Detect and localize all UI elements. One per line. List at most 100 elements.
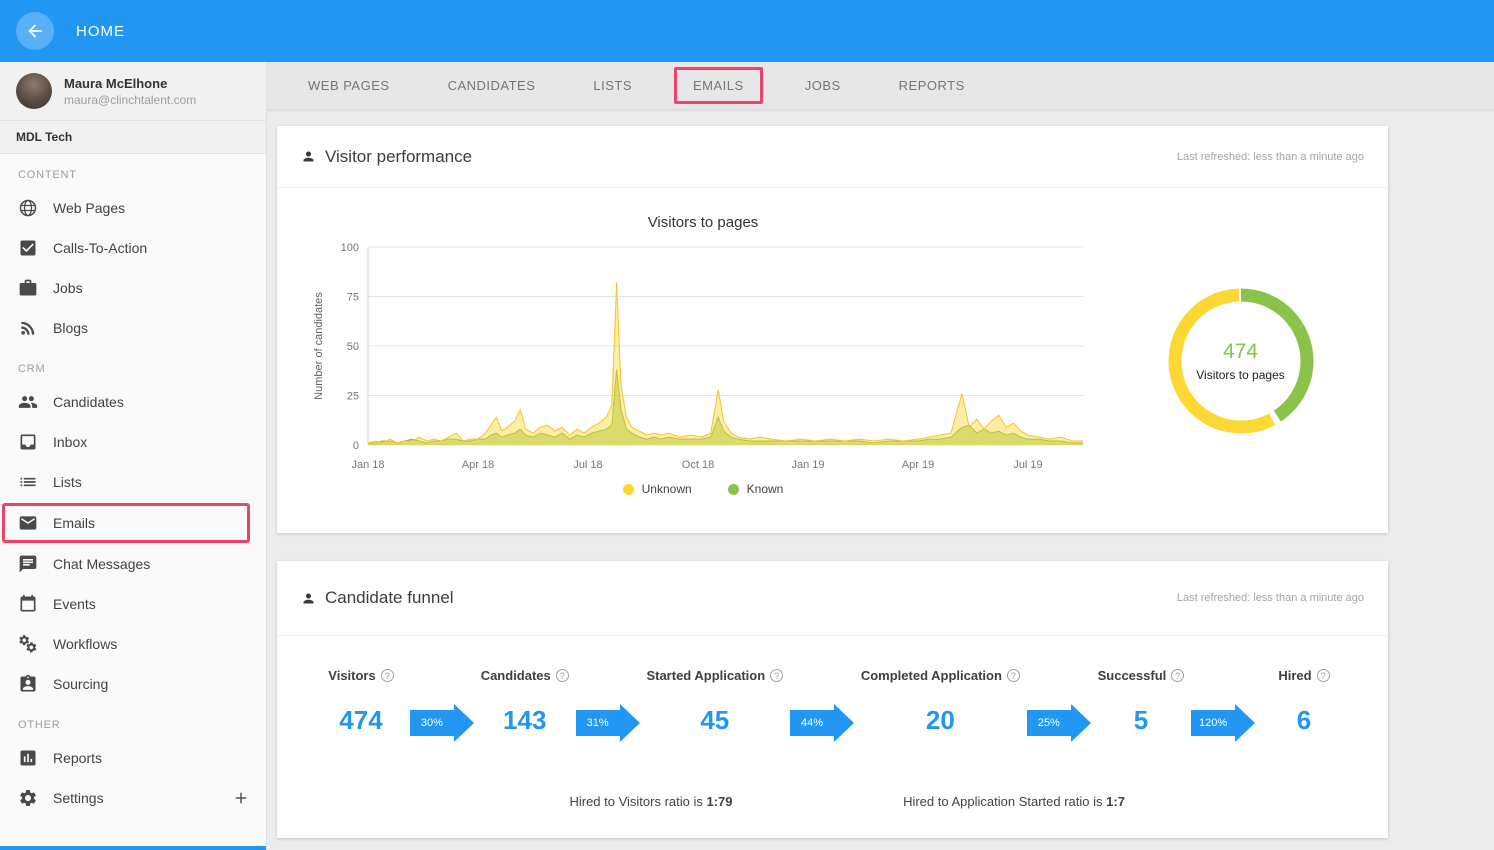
sidebar-item-emails[interactable]: Emails bbox=[2, 503, 250, 543]
funnel-stage-successful: Successful ? 5 bbox=[1098, 668, 1185, 736]
funnel-stage-started-application: Started Application ? 45 bbox=[646, 668, 784, 736]
info-icon[interactable]: ? bbox=[1171, 669, 1185, 682]
visitors-line-chart: 0 25 50 75 100 Jan 18 Apr 18 Jul 18 Oct 18 Jan 19… bbox=[313, 242, 1083, 471]
svg-text:Oct 18: Oct 18 bbox=[682, 459, 714, 471]
sidebar-item-calls-to-action[interactable]: Calls-To-Action bbox=[0, 228, 266, 268]
conversion-percentage: 120% bbox=[1191, 710, 1236, 736]
funnel-stage-value: 6 bbox=[1296, 705, 1312, 735]
donut-value: 474 bbox=[1222, 339, 1259, 363]
svg-text:Jul 19: Jul 19 bbox=[1013, 459, 1042, 471]
svg-text:0: 0 bbox=[353, 440, 359, 452]
legend-item-unknown: Unknown bbox=[622, 482, 692, 496]
svg-text:Jan 18: Jan 18 bbox=[351, 459, 384, 471]
avatar bbox=[16, 73, 52, 109]
info-icon[interactable]: ? bbox=[770, 669, 784, 682]
funnel-stage-label: Hired ? bbox=[1278, 668, 1330, 683]
sourcing-icon bbox=[18, 674, 38, 694]
visitor-performance-card: Visitor performance Last refreshed: less… bbox=[277, 126, 1388, 533]
svg-text:Number of candidates: Number of candidates bbox=[313, 292, 325, 400]
funnel-stage-value: 45 bbox=[700, 705, 730, 735]
sidebar-item-blogs[interactable]: Blogs bbox=[0, 308, 266, 348]
info-icon[interactable]: ? bbox=[1316, 669, 1330, 682]
ratio-hired-to-visitors: Hired to Visitors ratio is 1:79 bbox=[569, 794, 732, 809]
svg-text:Jul 18: Jul 18 bbox=[573, 459, 602, 471]
tab-jobs[interactable]: JOBS bbox=[805, 68, 841, 103]
line-chart-column: Visitors to pages 0 25 50 75 100 Jan 18 Apr 18… bbox=[303, 188, 1103, 533]
funnel-stage-label: Started Application ? bbox=[646, 668, 784, 683]
funnel-conversion-arrow: 30% bbox=[409, 704, 474, 742]
sidebar-item-label: Emails bbox=[53, 515, 96, 531]
sidebar: Maura McElhone maura@clinchtalent.com MD… bbox=[0, 62, 267, 850]
conversion-percentage: 31% bbox=[575, 710, 620, 736]
ratio-value: 1:79 bbox=[706, 794, 733, 809]
sidebar-item-label: Reports bbox=[53, 750, 103, 766]
sidebar-bottom-accent bbox=[0, 846, 266, 850]
section-label-other: OTHER bbox=[18, 719, 61, 731]
funnel-conversion-arrow: 31% bbox=[575, 704, 640, 742]
gear-icon bbox=[18, 788, 38, 808]
sidebar-item-label: Settings bbox=[53, 790, 104, 806]
sidebar-item-events[interactable]: Events bbox=[0, 584, 266, 624]
sidebar-item-candidates[interactable]: Candidates bbox=[0, 382, 266, 422]
tab-bar: WEB PAGES CANDIDATES LISTS EMAILS JOBS REPORT… bbox=[267, 62, 1494, 110]
plus-icon[interactable] bbox=[232, 789, 250, 807]
sidebar-item-sourcing[interactable]: Sourcing bbox=[0, 664, 266, 704]
tab-web-pages[interactable]: WEB PAGES bbox=[308, 68, 390, 103]
funnel-row: Visitors ? 474 30% Candidates ? 143 31% Starte… bbox=[277, 668, 1388, 742]
user-email: maura@clinchtalent.com bbox=[64, 92, 197, 107]
tab-candidates[interactable]: CANDIDATES bbox=[448, 68, 536, 103]
svg-text:50: 50 bbox=[347, 341, 359, 353]
candidate-funnel-card: Candidate funnel Last refreshed: less th… bbox=[277, 561, 1388, 838]
list-icon bbox=[18, 472, 38, 492]
info-icon[interactable]: ? bbox=[1006, 669, 1020, 682]
calendar-icon bbox=[18, 594, 38, 614]
main-content: WEB PAGES CANDIDATES LISTS EMAILS JOBS REPORT… bbox=[267, 62, 1494, 850]
conversion-percentage: 25% bbox=[1026, 710, 1071, 736]
sidebar-item-lists[interactable]: Lists bbox=[0, 462, 266, 502]
funnel-stage-value: 143 bbox=[503, 705, 547, 735]
arrow-left-icon bbox=[25, 21, 45, 41]
svg-text:100: 100 bbox=[341, 242, 359, 254]
sidebar-item-label: Events bbox=[53, 596, 96, 612]
donut-column: 474 Visitors to pages bbox=[1103, 188, 1378, 533]
sidebar-item-inbox[interactable]: Inbox bbox=[0, 422, 266, 462]
chart-legend: Unknown Known bbox=[622, 482, 783, 496]
tab-lists[interactable]: LISTS bbox=[593, 68, 632, 103]
legend-item-known: Known bbox=[727, 482, 783, 496]
donut-label: Visitors to pages bbox=[1196, 367, 1285, 382]
tab-reports[interactable]: REPORTS bbox=[899, 68, 965, 103]
arrow-head bbox=[1070, 704, 1091, 742]
conversion-percentage: 44% bbox=[790, 710, 834, 736]
funnel-stage-visitors: Visitors ? 474 bbox=[319, 668, 403, 736]
arrow-head bbox=[834, 704, 854, 742]
page-title: HOME bbox=[76, 22, 125, 40]
info-icon[interactable]: ? bbox=[555, 669, 569, 682]
funnel-stage-value: 474 bbox=[339, 705, 383, 735]
tab-emails[interactable]: EMAILS bbox=[674, 67, 763, 104]
sidebar-item-settings[interactable]: Settings bbox=[0, 778, 266, 818]
sidebar-nav: CONTENT Web Pages Calls-To-Action Jobs Blogs… bbox=[0, 154, 266, 818]
funnel-stage-hired: Hired ? 6 bbox=[1262, 668, 1346, 736]
card-header: Visitor performance Last refreshed: less… bbox=[277, 126, 1388, 188]
sidebar-item-web-pages[interactable]: Web Pages bbox=[0, 188, 266, 228]
svg-text:75: 75 bbox=[347, 292, 359, 304]
globe-icon bbox=[18, 198, 38, 218]
sidebar-item-label: Jobs bbox=[53, 280, 83, 296]
last-refreshed: Last refreshed: less than a minute ago bbox=[1176, 592, 1364, 604]
user-profile[interactable]: Maura McElhone maura@clinchtalent.com bbox=[0, 62, 266, 121]
back-button[interactable] bbox=[16, 12, 54, 50]
funnel-stage-label: Candidates ? bbox=[481, 668, 569, 683]
person-icon bbox=[301, 591, 316, 606]
last-refreshed: Last refreshed: less than a minute ago bbox=[1176, 150, 1364, 163]
info-icon[interactable]: ? bbox=[380, 669, 394, 682]
sidebar-item-chat-messages[interactable]: Chat Messages bbox=[0, 544, 266, 584]
sidebar-item-reports[interactable]: Reports bbox=[0, 738, 266, 778]
donut-center: 474 Visitors to pages bbox=[1156, 276, 1326, 446]
sidebar-item-jobs[interactable]: Jobs bbox=[0, 268, 266, 308]
inbox-icon bbox=[18, 432, 38, 452]
people-icon bbox=[18, 392, 38, 412]
workflows-icon bbox=[18, 634, 38, 654]
envelope-icon bbox=[18, 513, 38, 533]
sidebar-item-workflows[interactable]: Workflows bbox=[0, 624, 266, 664]
reports-icon bbox=[18, 748, 38, 768]
